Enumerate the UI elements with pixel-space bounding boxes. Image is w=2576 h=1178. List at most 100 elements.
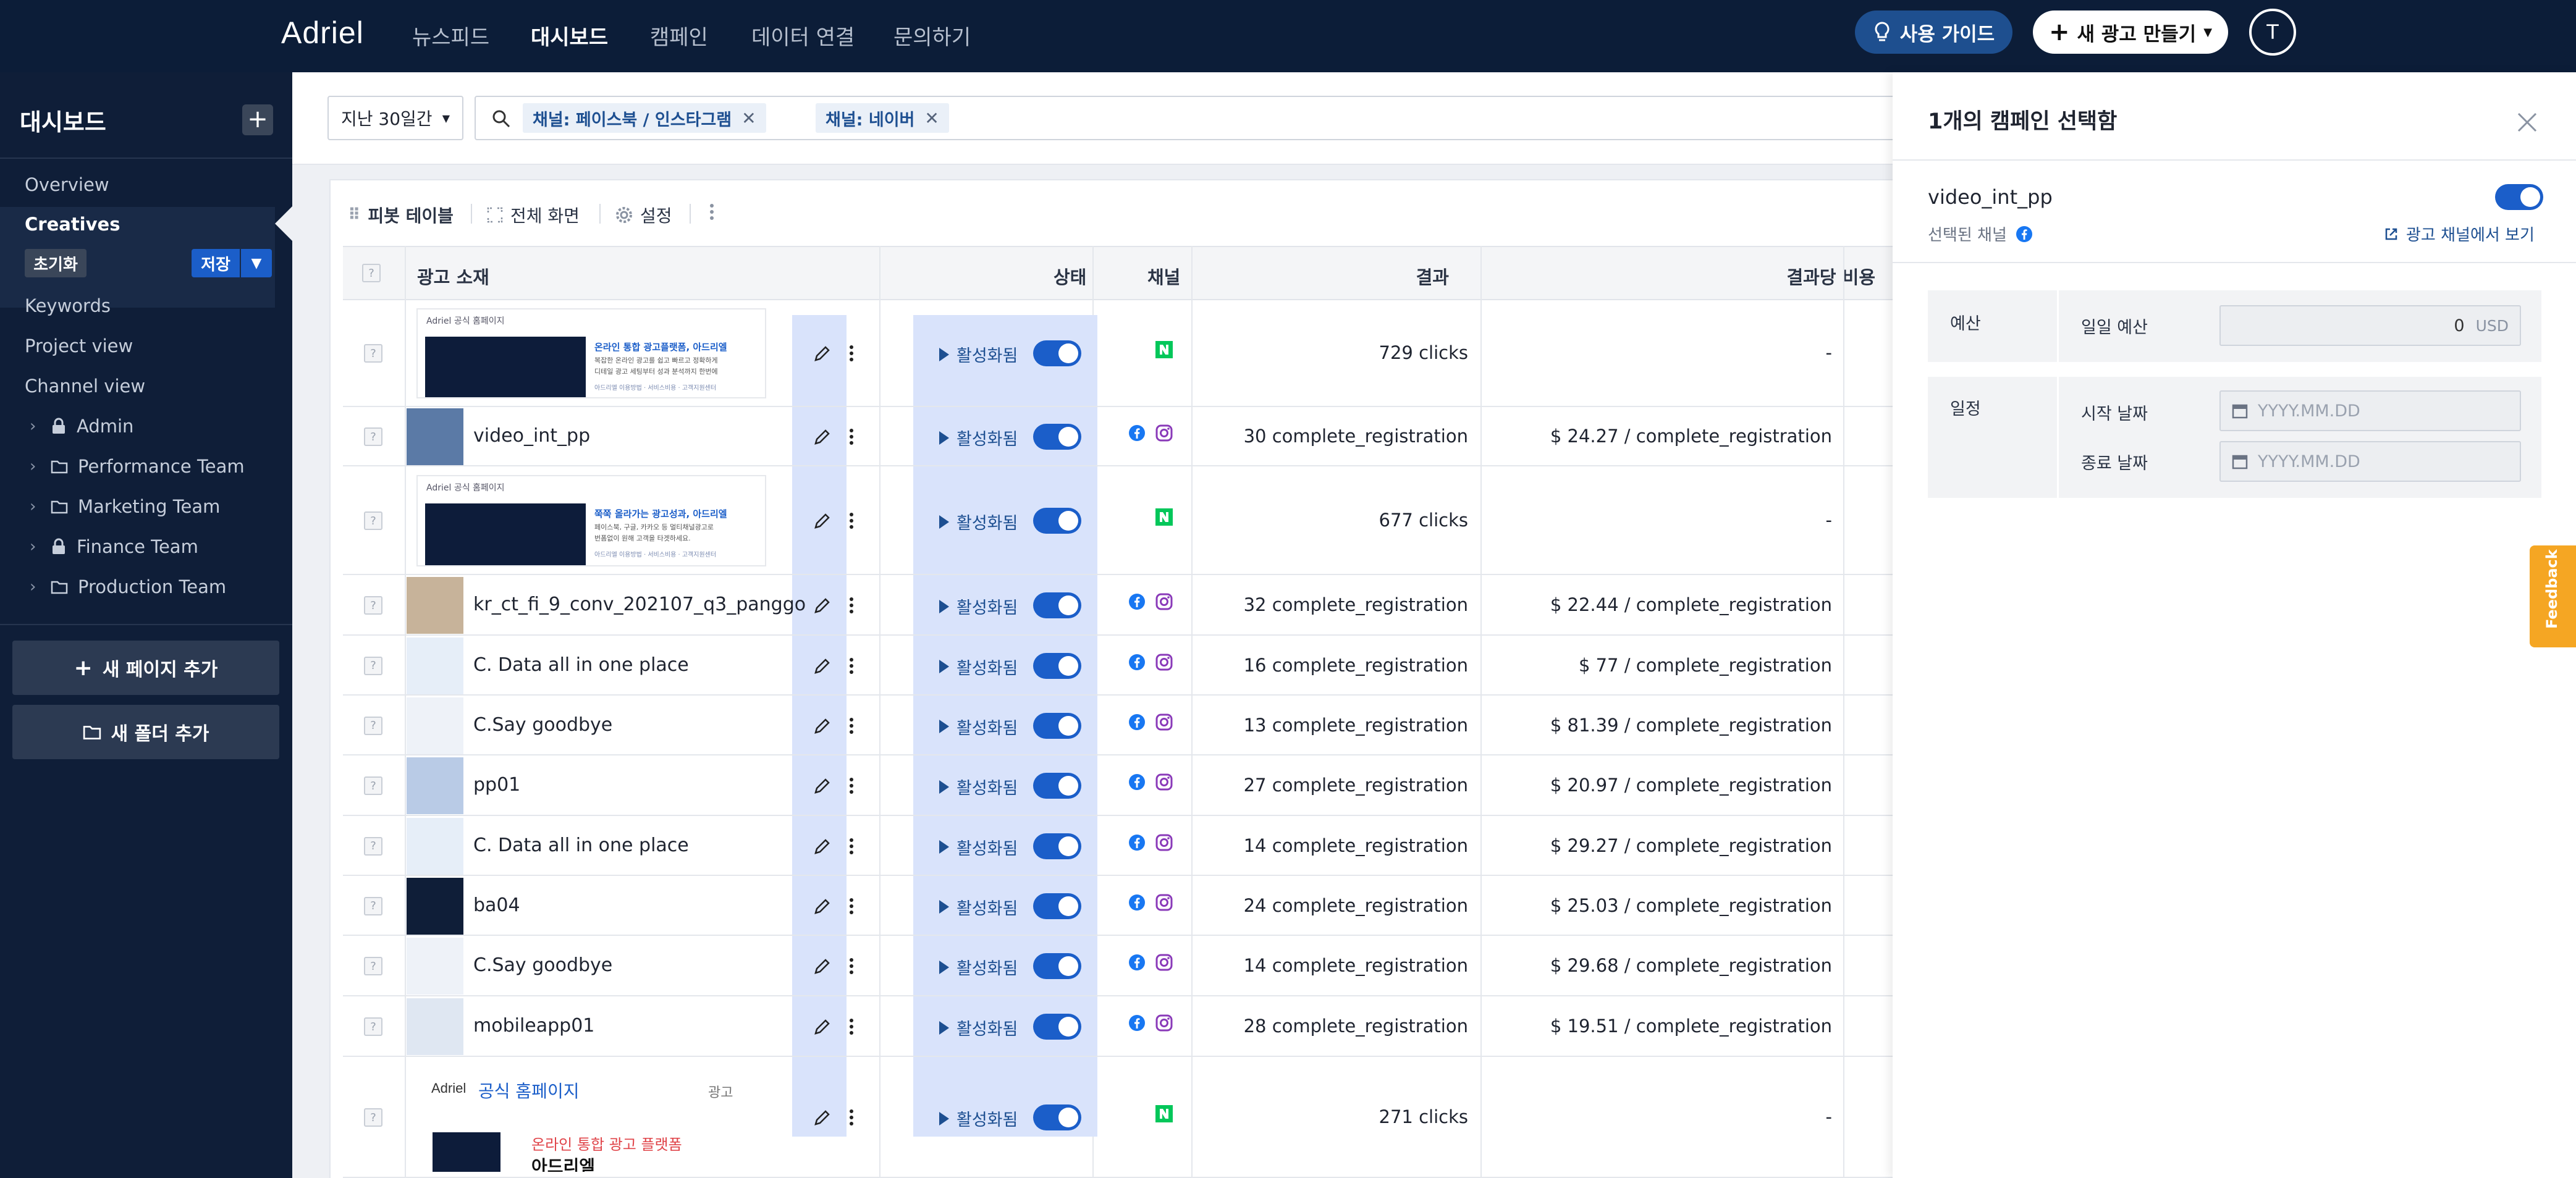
header-creative[interactable]: 광고 소재 bbox=[417, 263, 489, 289]
status-toggle[interactable] bbox=[1033, 1104, 1081, 1130]
creative-name[interactable]: C.Say goodbye bbox=[473, 714, 612, 736]
status-indicator[interactable]: 활성화됨 bbox=[939, 835, 1018, 859]
more-vertical-icon[interactable] bbox=[849, 776, 854, 795]
header-status[interactable]: 상태 bbox=[1054, 263, 1086, 289]
status-indicator[interactable]: 활성화됨 bbox=[939, 1016, 1018, 1040]
more-vertical-icon[interactable] bbox=[849, 1017, 854, 1036]
status-toggle[interactable] bbox=[1033, 833, 1081, 859]
end-date-input[interactable]: YYYY.MM.DD bbox=[2219, 441, 2521, 482]
status-toggle[interactable] bbox=[1033, 893, 1081, 919]
pencil-icon[interactable] bbox=[813, 511, 832, 530]
sidebar-folder-admin[interactable]: › Admin bbox=[30, 416, 133, 437]
new-ad-button[interactable]: + 새 광고 만들기 ▼ bbox=[2033, 11, 2228, 54]
more-vertical-icon[interactable] bbox=[849, 1108, 854, 1127]
campaign-toggle[interactable] bbox=[2495, 184, 2543, 210]
status-toggle[interactable] bbox=[1033, 712, 1081, 739]
pencil-icon[interactable] bbox=[813, 596, 832, 615]
nav-dashboard[interactable]: 대시보드 bbox=[531, 20, 608, 51]
status-indicator[interactable]: 활성화됨 bbox=[939, 342, 1018, 366]
header-channel[interactable]: 채널 bbox=[1147, 263, 1180, 289]
more-vertical-icon[interactable] bbox=[849, 897, 854, 915]
status-indicator[interactable]: 활성화됨 bbox=[939, 594, 1018, 618]
creative-name[interactable]: C. Data all in one place bbox=[473, 654, 689, 676]
filter-search-input[interactable]: 채널: 페이스북 / 인스타그램 ✕ 채널: 네이버 ✕ bbox=[475, 96, 1896, 140]
reset-button[interactable]: 초기화 bbox=[25, 249, 87, 277]
row-checkbox[interactable]: ? bbox=[364, 344, 382, 363]
daily-budget-input[interactable]: 0 USD bbox=[2219, 305, 2521, 346]
save-options-button[interactable]: ▼ bbox=[241, 249, 272, 277]
pencil-icon[interactable] bbox=[813, 717, 832, 735]
select-all-checkbox[interactable]: ? bbox=[362, 264, 381, 282]
sidebar-item-creatives[interactable]: Creatives bbox=[25, 214, 120, 235]
row-checkbox[interactable]: ? bbox=[364, 896, 382, 915]
more-vertical-icon[interactable] bbox=[849, 427, 854, 446]
pencil-icon[interactable] bbox=[813, 1017, 832, 1036]
pencil-icon[interactable] bbox=[813, 344, 832, 363]
user-avatar[interactable]: T bbox=[2249, 9, 2296, 56]
add-folder-button[interactable]: 새 폴더 추가 bbox=[12, 705, 279, 759]
row-checkbox[interactable]: ? bbox=[364, 1017, 382, 1036]
creative-name[interactable]: C. Data all in one place bbox=[473, 835, 689, 856]
more-vertical-icon[interactable] bbox=[849, 837, 854, 856]
pencil-icon[interactable] bbox=[813, 897, 832, 915]
row-checkbox[interactable]: ? bbox=[364, 716, 382, 735]
more-vertical-icon[interactable] bbox=[849, 344, 854, 363]
more-vertical-icon[interactable] bbox=[849, 717, 854, 735]
status-toggle[interactable] bbox=[1033, 953, 1081, 979]
status-toggle[interactable] bbox=[1033, 508, 1081, 534]
pencil-icon[interactable] bbox=[813, 427, 832, 446]
user-guide-button[interactable]: 사용 가이드 bbox=[1855, 11, 2012, 54]
start-date-input[interactable]: YYYY.MM.DD bbox=[2219, 390, 2521, 431]
creative-name[interactable]: kr_ct_fi_9_conv_202107_q3_panggo bbox=[473, 594, 806, 615]
close-icon[interactable]: ✕ bbox=[924, 108, 939, 128]
header-cost[interactable]: 결과당 비용 bbox=[1752, 263, 1876, 289]
row-checkbox[interactable]: ? bbox=[364, 511, 382, 530]
status-indicator[interactable]: 활성화됨 bbox=[939, 1106, 1018, 1130]
row-checkbox[interactable]: ? bbox=[364, 957, 382, 975]
creative-name[interactable]: ba04 bbox=[473, 894, 520, 916]
sidebar-item-channel-view[interactable]: Channel view bbox=[25, 376, 145, 397]
row-checkbox[interactable]: ? bbox=[364, 776, 382, 795]
pencil-icon[interactable] bbox=[813, 837, 832, 856]
pivot-table-toggle[interactable]: ⠿ 피봇 테이블 bbox=[348, 203, 454, 227]
nav-newsfeed[interactable]: 뉴스피드 bbox=[412, 20, 489, 51]
period-select[interactable]: 지난 30일간 ▼ bbox=[327, 96, 463, 140]
more-vertical-icon[interactable] bbox=[849, 957, 854, 975]
status-toggle[interactable] bbox=[1033, 1014, 1081, 1040]
row-checkbox[interactable]: ? bbox=[364, 656, 382, 675]
creative-name[interactable]: mobileapp01 bbox=[473, 1015, 594, 1037]
status-indicator[interactable]: 활성화됨 bbox=[939, 775, 1018, 799]
fullscreen-button[interactable]: 전체 화면 bbox=[487, 203, 580, 227]
creative-name[interactable]: C.Say goodbye bbox=[473, 954, 612, 976]
pencil-icon[interactable] bbox=[813, 1108, 832, 1127]
add-page-button[interactable]: + 새 페이지 추가 bbox=[12, 641, 279, 695]
sidebar-folder-marketing-team[interactable]: › Marketing Team bbox=[30, 496, 220, 517]
sidebar-folder-performance-team[interactable]: › Performance Team bbox=[30, 456, 245, 477]
pencil-icon[interactable] bbox=[813, 957, 832, 975]
more-vertical-icon[interactable] bbox=[849, 511, 854, 530]
nav-campaign[interactable]: 캠페인 bbox=[650, 20, 708, 51]
status-indicator[interactable]: 활성화됨 bbox=[939, 655, 1018, 679]
sidebar-item-overview[interactable]: Overview bbox=[25, 174, 109, 195]
sidebar-folder-production-team[interactable]: › Production Team bbox=[30, 576, 226, 597]
status-toggle[interactable] bbox=[1033, 652, 1081, 679]
status-toggle[interactable] bbox=[1033, 424, 1081, 450]
sidebar-item-keywords[interactable]: Keywords bbox=[25, 295, 111, 316]
view-in-channel-link[interactable]: 광고 채널에서 보기 bbox=[2384, 222, 2535, 245]
pencil-icon[interactable] bbox=[813, 776, 832, 795]
creative-name[interactable]: video_int_pp bbox=[473, 425, 590, 447]
settings-button[interactable]: 설정 bbox=[615, 203, 672, 227]
row-checkbox[interactable]: ? bbox=[364, 427, 382, 446]
status-indicator[interactable]: 활성화됨 bbox=[939, 426, 1018, 450]
status-indicator[interactable]: 활성화됨 bbox=[939, 895, 1018, 919]
row-checkbox[interactable]: ? bbox=[364, 1108, 382, 1127]
save-button[interactable]: 저장 bbox=[192, 249, 240, 277]
nav-inquiry[interactable]: 문의하기 bbox=[893, 20, 971, 51]
creative-name[interactable]: pp01 bbox=[473, 774, 520, 796]
status-indicator[interactable]: 활성화됨 bbox=[939, 715, 1018, 739]
close-icon[interactable] bbox=[2515, 110, 2540, 135]
status-indicator[interactable]: 활성화됨 bbox=[939, 510, 1018, 534]
row-checkbox[interactable]: ? bbox=[364, 836, 382, 856]
sidebar-item-project-view[interactable]: Project view bbox=[25, 335, 133, 356]
more-options-button[interactable] bbox=[709, 203, 714, 221]
